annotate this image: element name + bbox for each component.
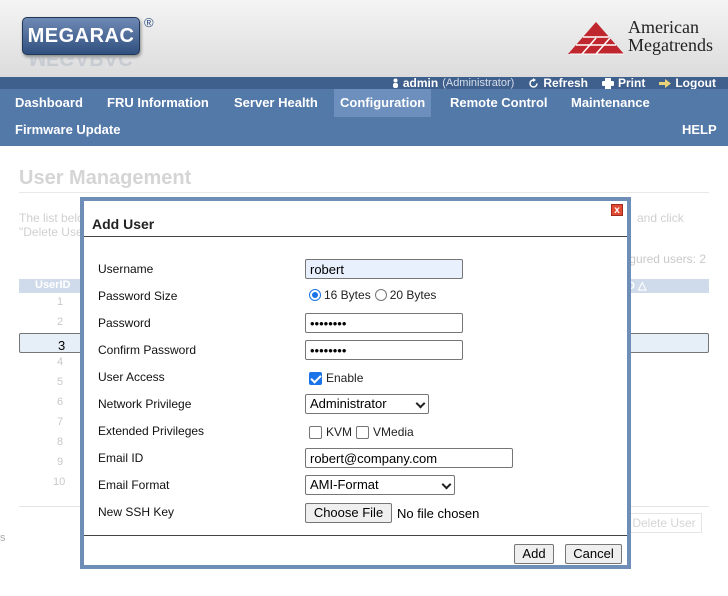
row-id: 1 xyxy=(57,296,64,308)
user-name: admin xyxy=(402,76,439,90)
logo-text: MEGARAC xyxy=(27,24,135,47)
logo-registered-mark: ® xyxy=(144,15,154,30)
refresh-link[interactable]: Refresh xyxy=(528,76,588,90)
col-userid[interactable]: UserID xyxy=(35,279,70,291)
radio-16-bytes-label: 16 Bytes xyxy=(324,288,371,302)
extended-privileges-options: KVM VMedia xyxy=(309,425,414,439)
row-id: 2 xyxy=(57,316,64,328)
refresh-label: Refresh xyxy=(543,76,588,90)
row-id: 6 xyxy=(57,396,64,408)
username-label: Username xyxy=(98,262,154,276)
brand-line-1: American xyxy=(628,17,699,37)
radio-16-bytes[interactable] xyxy=(309,289,321,301)
user-icon xyxy=(392,78,398,88)
network-privilege-value: Administrator xyxy=(310,396,387,411)
ami-brand-logo: American Megatrends xyxy=(566,18,716,60)
nav-remote-control[interactable]: Remote Control xyxy=(444,89,554,117)
close-icon[interactable]: x xyxy=(611,204,623,216)
password-input[interactable] xyxy=(305,313,463,333)
row-id: 8 xyxy=(57,436,64,448)
file-status-text: No file chosen xyxy=(397,506,480,521)
password-label: Password xyxy=(98,316,151,330)
email-id-input[interactable] xyxy=(305,448,513,468)
logout-link[interactable]: Logout xyxy=(659,76,716,90)
nav-dashboard[interactable]: Dashboard xyxy=(9,89,89,117)
row-id: 5 xyxy=(57,376,64,388)
user-bar: admin (Administrator) Refresh Print Logo… xyxy=(392,76,716,90)
ssh-key-label: New SSH Key xyxy=(98,505,175,519)
print-link[interactable]: Print xyxy=(602,76,645,90)
email-id-label: Email ID xyxy=(98,451,144,465)
main-nav: Dashboard FRU Information Server Health … xyxy=(0,89,728,146)
user-access-label: User Access xyxy=(98,370,165,384)
nav-help[interactable]: HELP xyxy=(676,116,723,144)
row-id: 10 xyxy=(53,476,66,488)
delete-user-button[interactable]: Delete User xyxy=(626,513,702,533)
brand-line-2: Megatrends xyxy=(628,35,713,55)
nav-maintenance[interactable]: Maintenance xyxy=(565,89,656,117)
nav-server-health[interactable]: Server Health xyxy=(228,89,324,117)
row-id: 9 xyxy=(57,456,64,468)
ami-triangle-icon xyxy=(568,22,624,55)
kvm-label: KVM xyxy=(326,425,353,439)
kvm-checkbox[interactable] xyxy=(309,425,322,439)
header: MEGARAC ® MEGARAC American Megatrends xyxy=(0,0,728,77)
page-description-right: and click xyxy=(637,211,684,225)
refresh-icon xyxy=(529,77,539,88)
logo-reflection: MEGARAC xyxy=(29,57,133,69)
row-id: 7 xyxy=(57,416,64,428)
nav-fru-information[interactable]: FRU Information xyxy=(101,89,215,117)
confirm-password-input[interactable] xyxy=(305,340,463,360)
megarac-logo: MEGARAC xyxy=(22,17,140,55)
page-title: User Management xyxy=(19,167,192,189)
choose-file-button[interactable]: Choose File xyxy=(305,503,392,523)
page-description-1: The list belo xyxy=(19,211,84,225)
user-info: admin (Administrator) xyxy=(392,76,514,90)
vmedia-checkbox[interactable] xyxy=(356,425,370,439)
chevron-down-icon xyxy=(441,479,452,490)
print-label: Print xyxy=(618,76,646,90)
page-title-rule xyxy=(19,192,709,193)
radio-20-bytes[interactable] xyxy=(374,289,387,301)
chevron-down-icon xyxy=(415,398,426,409)
row-id: 4 xyxy=(57,356,64,368)
enable-label: Enable xyxy=(326,371,364,385)
nav-configuration[interactable]: Configuration xyxy=(334,89,432,117)
brand-text: American Megatrends xyxy=(628,18,713,54)
network-privilege-label: Network Privilege xyxy=(98,397,192,411)
user-access-option: Enable xyxy=(309,371,363,385)
username-input[interactable] xyxy=(305,259,463,279)
email-format-value: AMI-Format xyxy=(310,477,379,492)
email-format-label: Email Format xyxy=(98,478,170,492)
logout-label: Logout xyxy=(675,76,716,90)
nav-firmware-update[interactable]: Firmware Update xyxy=(9,116,126,144)
add-button[interactable]: Add xyxy=(514,544,554,564)
logout-icon xyxy=(659,78,672,88)
network-privilege-select[interactable]: Administrator xyxy=(305,394,429,414)
configured-users-count: gured users: 2 xyxy=(629,252,706,266)
vmedia-label: VMedia xyxy=(373,425,414,439)
confirm-password-label: Confirm Password xyxy=(98,343,197,357)
add-user-dialog: x Add User Username Password Size 16 Byt… xyxy=(80,197,631,569)
print-icon xyxy=(602,77,614,89)
password-size-label: Password Size xyxy=(98,289,178,303)
left-edge-text: s xyxy=(0,532,6,544)
enable-checkbox[interactable] xyxy=(309,371,322,385)
page-description-2: "Delete Use xyxy=(19,225,83,239)
user-role: (Administrator) xyxy=(442,77,515,89)
extended-privileges-label: Extended Privileges xyxy=(98,424,205,438)
dialog-title-separator xyxy=(84,236,627,237)
dialog-footer-separator xyxy=(84,535,627,536)
dialog-title: Add User xyxy=(92,216,155,232)
cancel-button[interactable]: Cancel xyxy=(565,544,622,564)
radio-20-bytes-label: 20 Bytes xyxy=(389,288,437,302)
password-size-options: 16 Bytes 20 Bytes xyxy=(309,288,436,302)
email-format-select[interactable]: AMI-Format xyxy=(305,475,455,495)
